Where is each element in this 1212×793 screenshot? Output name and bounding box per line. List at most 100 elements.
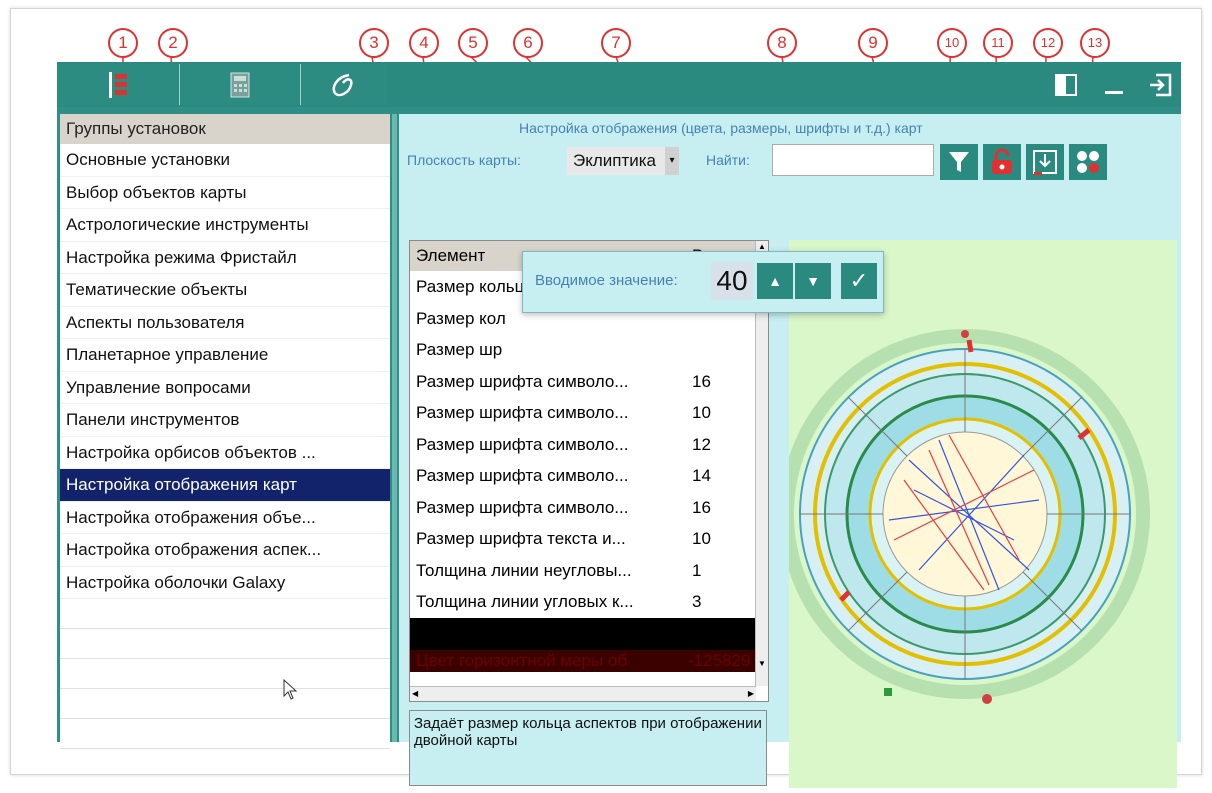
calculator-button[interactable]: [180, 64, 301, 105]
empty-row: [60, 659, 390, 689]
table-row[interactable]: Толщина линии неугловы... 1: [410, 555, 768, 587]
filter-button[interactable]: [940, 144, 978, 180]
settings-group-item[interactable]: Астрологические инструменты: [60, 209, 390, 242]
arrow-down-icon: ▼: [806, 273, 820, 289]
plane-select[interactable]: Эклиптика ▾: [567, 147, 679, 175]
table-row[interactable]: Размер шр: [410, 334, 768, 366]
table-row[interactable]: Размер шрифта символо... 10: [410, 397, 768, 429]
options-button[interactable]: [1069, 144, 1107, 180]
plane-select-value: Эклиптика: [573, 151, 657, 170]
callout-8: 8: [767, 28, 797, 58]
chevron-down-icon: ▾: [665, 147, 679, 175]
settings-group-item[interactable]: Планетарное управление: [60, 339, 390, 372]
row-value: -125829: [688, 650, 751, 670]
settings-groups-panel: Группы установок Основные установки Выбо…: [60, 114, 390, 749]
settings-group-item[interactable]: Управление вопросами: [60, 372, 390, 404]
scroll-left-arrow-icon[interactable]: ◀: [412, 687, 418, 701]
panel-layout-icon: [1055, 74, 1077, 96]
exit-button[interactable]: [1143, 68, 1177, 102]
search-input[interactable]: [772, 144, 934, 176]
settings-group-item[interactable]: Настройка орбисов объектов ...: [60, 437, 390, 469]
row-value: 1: [692, 560, 702, 580]
table-row[interactable]: Размер шрифта символо... 16: [410, 492, 768, 524]
settings-group-item[interactable]: Основные установки: [60, 144, 390, 177]
color-swatch-row[interactable]: [410, 617, 768, 650]
callout-11: 11: [983, 28, 1013, 58]
settings-detail-panel: Настройка отображения (цвета, размеры, ш…: [399, 114, 1181, 788]
settings-group-item[interactable]: Аспекты пользователя: [60, 307, 390, 339]
row-name: Размер шрифта символо...: [416, 403, 629, 422]
filter-icon: [949, 152, 969, 172]
table-row-dark[interactable]: Цвет горизонтной меры об -125829: [410, 649, 768, 672]
save-button[interactable]: [1026, 144, 1064, 180]
minimize-button[interactable]: [1097, 68, 1131, 102]
table-row[interactable]: Размер шрифта символо... 12: [410, 429, 768, 461]
callout-5: 5: [458, 28, 488, 58]
increment-button[interactable]: ▲: [757, 263, 793, 299]
settings-groups-header: Группы установок: [60, 114, 390, 144]
row-name: Толщина линии угловых к...: [416, 592, 634, 611]
popup-value-input[interactable]: 40: [711, 262, 753, 300]
empty-row: [60, 689, 390, 719]
decrement-button[interactable]: ▼: [795, 263, 831, 299]
settings-group-item[interactable]: Настройка оболочки Galaxy: [60, 567, 390, 599]
callout-9: 9: [858, 28, 888, 58]
lock-button[interactable]: [983, 144, 1021, 180]
settings-group-item-selected[interactable]: Настройка отображения карт: [60, 469, 390, 502]
table-row[interactable]: Размер шрифта символо... 16: [410, 366, 768, 398]
callout-7: 7: [601, 28, 631, 58]
settings-group-item[interactable]: Настройка режима Фристайл: [60, 242, 390, 274]
row-name: Размер шрифта символо...: [416, 434, 629, 454]
callout-2: 2: [158, 28, 188, 58]
table-row[interactable]: Размер шрифта символо... 14: [410, 460, 768, 492]
dots-grid-icon: [1077, 151, 1099, 173]
lock-icon: [992, 148, 1012, 174]
table-row[interactable]: Толщина линии угловых к... 3: [410, 586, 768, 618]
horizontal-scrollbar[interactable]: ◀ ▶: [410, 686, 756, 701]
galaxy-logo-button[interactable]: [301, 64, 387, 105]
empty-row: [60, 719, 390, 749]
value-input-popup: Вводимое значение: 40 ▲ ▼ ✓: [522, 251, 884, 313]
table-row[interactable]: Размер шрифта текста и... 10: [410, 523, 768, 555]
row-name: Размер шрифта символо...: [416, 466, 629, 485]
callout-6: 6: [513, 28, 543, 58]
app-window: Группы установок Основные установки Выбо…: [57, 62, 1181, 788]
exit-icon: [1150, 73, 1172, 97]
settings-group-item[interactable]: Настройка отображения аспек...: [60, 534, 390, 567]
plane-label: Плоскость карты:: [407, 152, 521, 168]
settings-group-item[interactable]: Панели инструментов: [60, 404, 390, 437]
row-value: 10: [692, 529, 711, 548]
panel-toggle-button[interactable]: [1049, 68, 1083, 102]
confirm-button[interactable]: ✓: [841, 263, 877, 299]
calculator-icon: [230, 72, 250, 97]
callout-10: 10: [937, 28, 967, 58]
save-icon: [1033, 150, 1057, 175]
panel-splitter[interactable]: [392, 114, 397, 742]
settings-groups-button[interactable]: [57, 64, 180, 105]
callout-3: 3: [359, 28, 389, 58]
settings-group-item[interactable]: Тематические объекты: [60, 274, 390, 307]
settings-group-item[interactable]: Настройка отображения объе...: [60, 502, 390, 534]
row-name: Цвет горизонтной меры об: [416, 650, 628, 670]
row-name: Размер шрифта символо...: [416, 371, 629, 391]
settings-group-item[interactable]: Выбор объектов карты: [60, 177, 390, 209]
top-toolbar: [57, 62, 1181, 107]
row-value: 3: [692, 592, 702, 611]
description-box: Задаёт размер кольца аспектов при отобра…: [409, 710, 767, 786]
popup-label: Вводимое значение:: [535, 272, 678, 289]
chart-preview: [780, 240, 1177, 788]
arrow-up-icon: ▲: [768, 273, 782, 289]
row-value: 14: [692, 466, 711, 485]
find-label: Найти:: [706, 152, 750, 168]
row-name: Размер шрифта символо...: [416, 497, 629, 517]
scroll-right-arrow-icon[interactable]: ▶: [748, 687, 754, 701]
row-name: Размер шр: [416, 340, 503, 359]
empty-row: [60, 629, 390, 659]
callout-4: 4: [409, 28, 439, 58]
scroll-thumb[interactable]: ▼: [756, 658, 768, 670]
row-value: 12: [692, 434, 711, 454]
row-name: Толщина линии неугловы...: [416, 560, 632, 580]
astro-wheel: [780, 329, 1150, 704]
row-value: 16: [692, 371, 711, 391]
mouse-cursor-icon: [283, 679, 298, 700]
